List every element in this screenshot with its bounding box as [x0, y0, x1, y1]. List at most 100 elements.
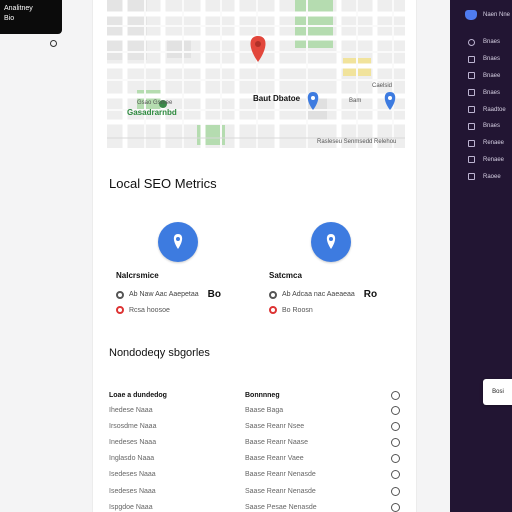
table-row[interactable]: Inglasdo Naaa Baase Reanr Vaee: [109, 451, 403, 467]
table-row[interactable]: Ispgdoe Naaa Saase Pesae Nenasde: [109, 499, 403, 512]
local-seo-title: Local SEO Metrics: [109, 176, 217, 191]
map-place-label: Gasadrarnbd: [127, 108, 177, 117]
nav-item-icon: [468, 106, 475, 114]
table-cell: Inglasdo Naaa: [109, 455, 155, 463]
main-card: Baut Dbatoe Gasadrarnbd Bam Caelsid Gsao…: [92, 0, 417, 512]
radio-button[interactable]: [391, 454, 400, 464]
sidebar-item[interactable]: Raadtoe: [450, 101, 512, 118]
metric-row: Rcsa hoosoe: [116, 306, 238, 314]
metric-row-text: Ab Naw Aac Aaepetaa: [129, 291, 199, 298]
map-canvas: [107, 0, 405, 148]
table-row[interactable]: Ihedese Naaa Baase Baga: [109, 402, 403, 418]
nav-item-icon: [468, 156, 475, 164]
radio-button[interactable]: [391, 390, 400, 400]
map-view[interactable]: Baut Dbatoe Gasadrarnbd Bam Caelsid Gsao…: [107, 0, 405, 148]
map-place-label: Bam: [349, 98, 362, 104]
sidebar-item-label: Bnaes: [483, 123, 501, 130]
metric-row: Bo Roosn: [269, 306, 391, 314]
metric-title: Satcmca: [269, 271, 302, 280]
badge-line-1: Analitney: [4, 5, 33, 12]
warning-dot-icon: [116, 306, 124, 314]
metric-card: Satcmca Ab Adcaa nac Aaeaeaa Ro Bo Roosn: [261, 222, 391, 314]
table-cell: Baase Reanr Vaee: [245, 455, 304, 463]
status-dot-icon: [50, 40, 57, 47]
table-cell: Saase Pesae Nenasde: [245, 503, 317, 511]
sidebar-item[interactable]: Renaee: [450, 135, 512, 152]
table-cell: Saase Reanr Nsee: [245, 422, 305, 430]
map-place-label: Gsao Gsmee: [137, 100, 173, 106]
badge-line-2: Bio: [4, 15, 15, 22]
map-footer-text: Rasleseu Senmsedd Relehou: [317, 139, 397, 145]
map-place-label: Caelsid: [372, 83, 393, 89]
warning-dot-icon: [269, 306, 277, 314]
metric-card: Nalcrsmice Ab Naw Aac Aaepetaa Bo Rcsa h…: [108, 222, 238, 314]
metric-row-text: Rcsa hoosoe: [129, 306, 170, 314]
status-dot-icon: [269, 290, 277, 299]
location-pin-icon: [158, 222, 198, 262]
floating-action-button[interactable]: Bosi: [483, 379, 512, 405]
nav-item-icon: [468, 38, 475, 46]
sidebar-item[interactable]: Bnaes: [450, 34, 512, 51]
table-cell: Baase Baga: [245, 406, 284, 414]
nav-item-icon: [468, 173, 475, 181]
sidebar-item[interactable]: Raoee: [450, 168, 512, 185]
nav-item-icon: [468, 55, 475, 63]
sidebar-item-label: Bnaes: [483, 39, 501, 46]
radio-button[interactable]: [391, 437, 400, 447]
table-cell: Isedeses Naaa: [109, 487, 156, 495]
metric-value: Ro: [363, 289, 378, 300]
radio-button[interactable]: [391, 421, 400, 431]
sidebar-item-label: Renaee: [483, 140, 505, 147]
map-place-label: Baut Dbatoe: [253, 94, 301, 103]
sidebar-item-label: Bnaes: [483, 89, 501, 96]
table-cell: Ihedese Naaa: [109, 406, 153, 414]
location-pin-icon: [311, 222, 351, 262]
metric-row-text: Ab Adcaa nac Aaeaeaa: [282, 291, 355, 298]
table-row[interactable]: Isedeses Naaa Saase Reanr Nenasde: [109, 483, 403, 499]
sidebar-item-label: Bnaee: [483, 72, 501, 79]
table-cell: Baase Reanr Nenasde: [245, 471, 316, 479]
table-cell: Saase Reanr Nenasde: [245, 487, 316, 495]
sidebar-header-label: Naen Nne: [483, 12, 511, 18]
metric-row: Ab Adcaa nac Aaeaeaa Ro: [269, 289, 391, 300]
sidebar-item-label: Raoee: [483, 173, 501, 180]
table-cell: Baase Reanr Naase: [245, 438, 309, 446]
table-cell: Ispgdoe Naaa: [109, 503, 153, 511]
table-row[interactable]: Inedeses Naaa Baase Reanr Naase: [109, 434, 403, 450]
column-header: Loae a dundedog: [109, 391, 167, 399]
sidebar-item[interactable]: Renaee: [450, 152, 512, 169]
sidebar-item-label: Raadtoe: [483, 106, 506, 113]
radio-button[interactable]: [391, 470, 400, 480]
nav-item-icon: [468, 89, 475, 97]
table-cell: Inedeses Naaa: [109, 438, 157, 446]
app-badge: Analitney Bio: [0, 0, 62, 34]
table-row[interactable]: Irsosdme Naaa Saase Reanr Nsee: [109, 418, 403, 434]
nav-item-icon: [468, 139, 475, 147]
nav-item-icon: [468, 72, 475, 80]
radio-button[interactable]: [391, 405, 400, 415]
sidebar-item[interactable]: Bnaee: [450, 68, 512, 85]
table-header: Loae a dundedog Bonnnneg: [109, 388, 403, 402]
radio-button[interactable]: [391, 502, 400, 512]
metric-row-text: Bo Roosn: [282, 306, 313, 314]
sidebar-header: Naen Nne: [450, 0, 512, 24]
column-header: Bonnnneg: [245, 391, 280, 399]
sidebar-item[interactable]: Bnaes: [450, 51, 512, 68]
sidebar-item[interactable]: Bnaes: [450, 118, 512, 135]
radio-button[interactable]: [391, 486, 400, 496]
table-cell: Irsosdme Naaa: [109, 422, 157, 430]
sidebar-item[interactable]: Bnaes: [450, 84, 512, 101]
nav-item-icon: [468, 122, 475, 130]
metric-title: Nalcrsmice: [116, 271, 159, 280]
data-table: Loae a dundedog Bonnnneg Ihedese Naaa Ba…: [109, 388, 403, 512]
table-row[interactable]: Isedeses Naaa Baase Reanr Nenasde: [109, 467, 403, 483]
metric-row: Ab Naw Aac Aaepetaa Bo: [116, 289, 238, 300]
status-dot-icon: [116, 290, 124, 299]
metric-value: Bo: [207, 289, 222, 300]
sidebar-item-label: Bnaes: [483, 56, 501, 63]
right-sidebar: Naen Nne Bnaes Bnaes Bnaee Bnaes Raadtoe…: [450, 0, 512, 512]
app-logo-icon: [465, 10, 477, 20]
table-cell: Isedeses Naaa: [109, 471, 156, 479]
sidebar-item-label: Renaee: [483, 156, 505, 163]
section-title: Nondodeqy sbgorles: [109, 347, 210, 359]
